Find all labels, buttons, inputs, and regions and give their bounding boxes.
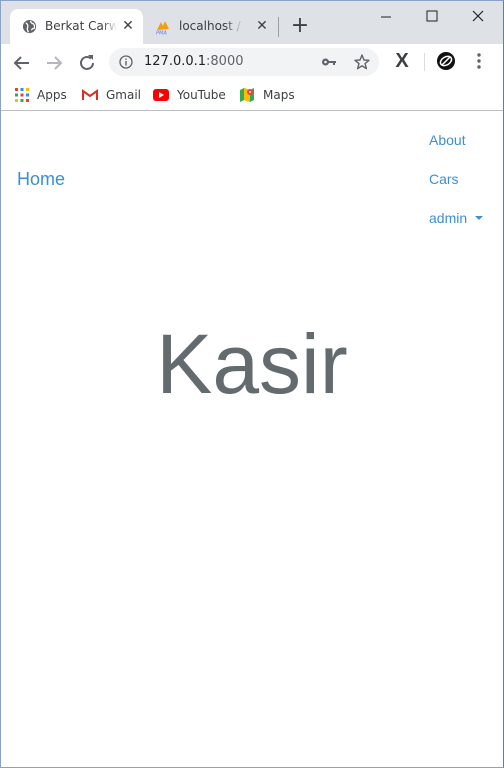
browser-toolbar: 127.0.0.1:8000 [1,44,503,80]
nav-link-cars[interactable]: Cars [429,171,459,187]
info-icon[interactable] [119,55,133,69]
bookmark-youtube[interactable]: YouTube [153,85,226,105]
phpmyadmin-icon: PMA [156,21,169,36]
bookmark-label: Gmail [106,88,142,102]
url-host: 127.0.0.1 [144,54,207,69]
maximize-icon[interactable] [421,7,443,25]
tab-localhost[interactable]: PMA localhost / 127.0.0.1 ✕ [149,9,274,44]
menu-kebab-icon[interactable] [472,52,486,70]
bookmark-label: Maps [263,88,295,102]
maps-icon [240,88,254,102]
admin-label: admin [429,210,468,226]
apps-grid-icon [15,88,29,102]
bookmarks-bar: Apps Gmail YouTube Maps [1,80,503,111]
tab-title: Berkat Carwash [45,19,117,33]
bookmark-apps[interactable]: Apps [15,85,67,105]
url-text: 127.0.0.1:8000 [144,54,244,69]
back-arrow-icon[interactable] [11,52,33,74]
extension-x-icon[interactable]: X [393,50,411,72]
youtube-icon [153,89,169,101]
tab-strip: Berkat Carwash ✕ PMA localhost / 127.0.0… [1,1,503,44]
browser-window: Berkat Carwash ✕ PMA localhost / 127.0.0… [0,0,504,768]
address-bar[interactable]: 127.0.0.1:8000 [109,48,379,76]
caret-down-icon [475,216,484,220]
globe-icon [22,19,37,34]
new-tab-button[interactable]: + [289,15,311,37]
reload-icon[interactable] [76,52,98,74]
web-page-content: Home About Cars admin Kasir [1,112,503,767]
navbar-brand-home[interactable]: Home [17,169,65,190]
key-icon[interactable] [321,55,337,69]
bookmark-label: YouTube [177,88,226,102]
tab-title: localhost / 127.0.0.1 [179,19,244,33]
tab-separator [278,17,279,37]
hero-title: Kasir [156,317,348,412]
close-window-icon[interactable] [467,7,489,25]
bookmark-label: Apps [37,88,67,102]
tab-berkat-carwash[interactable]: Berkat Carwash ✕ [10,9,143,44]
bookmark-gmail[interactable]: Gmail [82,85,141,105]
bookmark-star-icon[interactable] [353,53,371,71]
forward-arrow-icon[interactable] [43,52,65,74]
nav-dropdown-admin[interactable]: admin [429,210,484,226]
toolbar-divider [424,53,425,71]
url-port: :8000 [206,54,244,69]
gmail-icon [82,89,98,100]
svg-text:PMA: PMA [156,31,167,36]
close-tab-icon[interactable]: ✕ [120,18,136,34]
minimize-icon[interactable] [375,7,397,25]
nav-link-about[interactable]: About [429,132,466,148]
bookmark-maps[interactable]: Maps [239,85,295,105]
close-tab-icon[interactable]: ✕ [254,18,270,34]
extension-circle-icon[interactable] [436,51,456,71]
